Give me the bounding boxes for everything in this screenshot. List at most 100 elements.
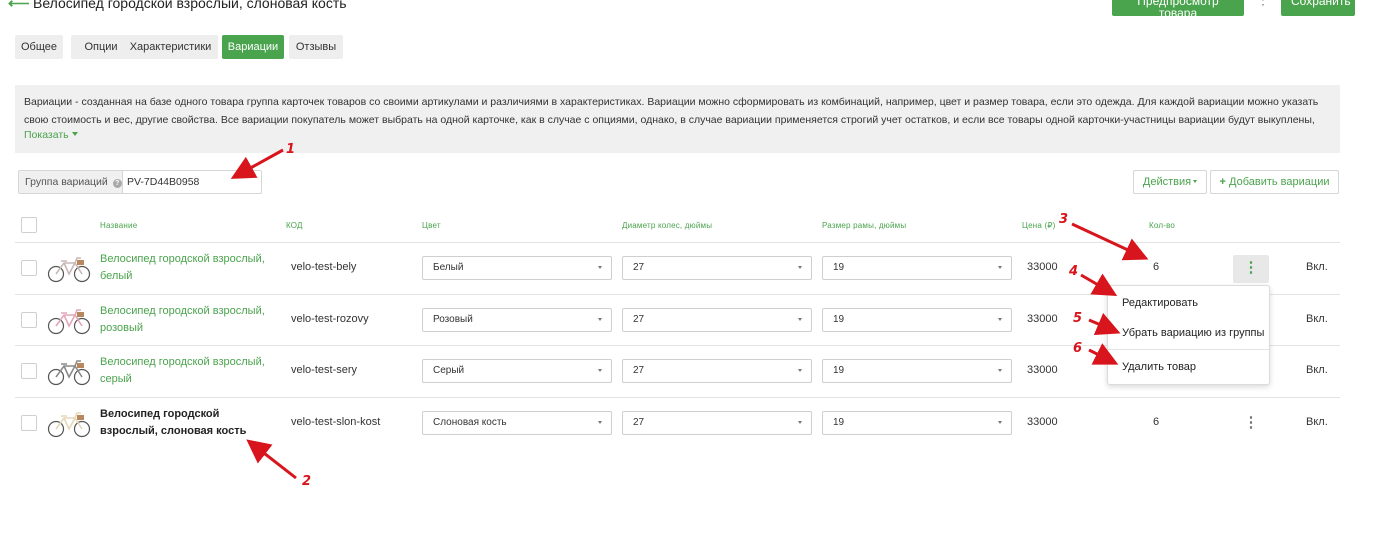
help-icon[interactable]: ? [112,179,122,188]
color-value: Белый [433,262,464,273]
wheel-value: 27 [633,314,645,325]
plus-icon: + [1219,176,1226,188]
wheel-value: 27 [633,262,645,273]
row-menu-button[interactable]: ⋮ [1233,255,1269,283]
preview-button[interactable]: Предпросмотр товара [1112,0,1244,19]
wheel-value: 27 [633,365,645,376]
annotation-number: 2 [302,474,311,489]
back-arrow-icon[interactable]: ⟵ [8,0,30,12]
qty-value: 6 [1153,416,1160,428]
info-text: Вариации - созданная на базе одного това… [24,96,1319,126]
info-box: Вариации - созданная на базе одного това… [15,85,1340,153]
chevron-down-icon [798,421,802,424]
chevron-down-icon [598,318,602,321]
menu-item-edit[interactable]: Редактировать [1122,297,1198,309]
show-more-label: Показать [24,129,69,141]
save-button[interactable]: Сохранить [1281,0,1355,16]
column-color[interactable]: Цвет [422,221,441,230]
chevron-down-icon [598,266,602,269]
wheel-value: 27 [633,417,645,428]
table-header: Название КОД Цвет Диаметр колес, дюймы Р… [0,208,1377,242]
actions-button[interactable]: Действия [1133,170,1207,194]
status-value[interactable]: Вкл. [1306,313,1328,325]
tab-general[interactable]: Общее [15,35,63,59]
status-value[interactable]: Вкл. [1306,261,1328,273]
chevron-down-icon [798,318,802,321]
row-checkbox[interactable] [21,260,37,276]
chevron-down-icon [998,318,1002,321]
wheel-select[interactable]: 27 [622,411,812,435]
more-vertical-icon[interactable]: ⋮ [1256,0,1270,8]
column-code[interactable]: КОД [286,221,303,230]
wheel-select[interactable]: 27 [622,256,812,280]
frame-value: 19 [833,365,845,376]
price-value: 33000 [1027,261,1058,273]
color-select[interactable]: Слоновая кость [422,411,612,435]
select-all-checkbox[interactable] [21,217,37,233]
qty-value: 6 [1153,261,1160,273]
tab-characteristics[interactable]: Характеристики [123,35,218,59]
column-name[interactable]: Название [100,221,137,230]
menu-divider [1108,349,1269,350]
bicycle-thumbnail[interactable] [47,410,91,438]
status-value[interactable]: Вкл. [1306,364,1328,376]
color-select[interactable]: Белый [422,256,612,280]
column-qty[interactable]: Кол-во [1149,221,1175,230]
color-select[interactable]: Розовый [422,308,612,332]
column-wheel[interactable]: Диаметр колес, дюймы [622,221,712,230]
variation-group-label: Группа вариаций ? [19,171,123,193]
column-price[interactable]: Цена (₽) [1022,221,1055,230]
product-name-link[interactable]: Велосипед городской взрослый, белый [100,251,280,285]
price-value: 33000 [1027,313,1058,325]
frame-value: 19 [833,262,845,273]
product-code: velo-test-bely [291,261,357,273]
frame-select[interactable]: 19 [822,256,1012,280]
product-name-link[interactable]: Велосипед городской взрослый, серый [100,354,280,388]
variation-group-field: Группа вариаций ? PV-7D44B0958 [18,170,262,194]
chevron-down-icon [998,369,1002,372]
wheel-select[interactable]: 27 [622,359,812,383]
show-more-link[interactable]: Показать [24,129,78,141]
add-variations-button[interactable]: + Добавить вариации [1210,170,1339,194]
row-checkbox[interactable] [21,415,37,431]
bicycle-thumbnail[interactable] [47,255,91,283]
bicycle-thumbnail[interactable] [47,307,91,335]
frame-select[interactable]: 19 [822,308,1012,332]
row-checkbox[interactable] [21,363,37,379]
column-frame[interactable]: Размер рамы, дюймы [822,221,906,230]
more-vertical-icon: ⋮ [1243,259,1259,276]
row-checkbox[interactable] [21,312,37,328]
product-name-link[interactable]: Велосипед городской взрослый, розовый [100,303,280,337]
wheel-select[interactable]: 27 [622,308,812,332]
row-actions-menu: Редактировать Убрать вариацию из группы … [1107,285,1270,385]
product-name-current: Велосипед городской взрослый, слоновая к… [100,408,247,437]
color-value: Розовый [433,314,473,325]
frame-select[interactable]: 19 [822,411,1012,435]
frame-value: 19 [833,314,845,325]
tab-reviews[interactable]: Отзывы [289,35,343,59]
product-code: velo-test-rozovy [291,313,369,325]
actions-label: Действия [1142,176,1192,188]
status-value[interactable]: Вкл. [1306,416,1328,428]
chevron-down-icon [798,266,802,269]
menu-item-delete[interactable]: Удалить товар [1122,361,1196,373]
tab-variations[interactable]: Вариации [222,35,284,59]
menu-item-remove-from-group[interactable]: Убрать вариацию из группы [1122,327,1264,339]
page-header: ⟵ Велосипед городской взрослый, слоновая… [0,0,1377,19]
tab-options[interactable]: Опции [71,35,131,59]
chevron-down-icon [998,266,1002,269]
variation-group-value[interactable]: PV-7D44B0958 [127,171,199,193]
chevron-down-icon [598,421,602,424]
more-vertical-icon: ⋮ [1243,414,1259,431]
product-code: velo-test-sery [291,364,358,376]
row-menu-button[interactable]: ⋮ [1233,410,1269,438]
frame-value: 19 [833,417,845,428]
bicycle-thumbnail[interactable] [47,358,91,386]
color-value: Серый [433,365,465,376]
product-code: velo-test-slon-kost [291,416,381,428]
price-value: 33000 [1027,364,1058,376]
page-title: Велосипед городской взрослый, слоновая к… [33,0,347,11]
variation-group-label-text: Группа вариаций [25,176,108,188]
frame-select[interactable]: 19 [822,359,1012,383]
color-select[interactable]: Серый [422,359,612,383]
